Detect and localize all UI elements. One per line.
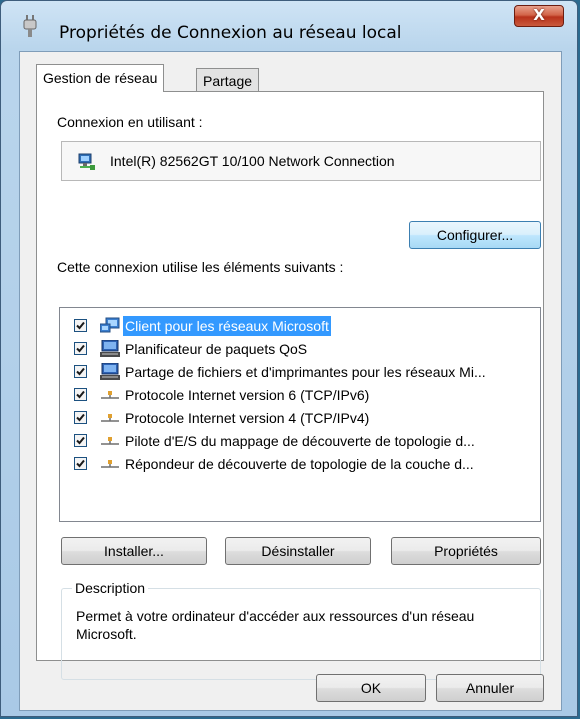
checkbox[interactable] bbox=[74, 457, 87, 470]
protocol-icon bbox=[101, 414, 119, 422]
list-item[interactable]: Répondeur de découverte de topologie de … bbox=[60, 453, 540, 476]
item-label: Partage de fichiers et d'imprimantes pou… bbox=[125, 364, 486, 380]
check-mark-icon bbox=[76, 321, 85, 330]
adapter-field: Intel(R) 82562GT 10/100 Network Connecti… bbox=[61, 141, 541, 181]
protocol-icon bbox=[101, 391, 119, 399]
item-label: Protocole Internet version 4 (TCP/IPv4) bbox=[125, 410, 370, 426]
checkbox[interactable] bbox=[74, 411, 87, 424]
cancel-button[interactable]: Annuler bbox=[436, 674, 544, 702]
properties-button[interactable]: Propriétés bbox=[391, 537, 541, 565]
check-mark-icon bbox=[76, 413, 85, 422]
connection-label: Connexion en utilisant : bbox=[57, 114, 203, 130]
check-mark-icon bbox=[76, 367, 85, 376]
list-item[interactable]: Protocole Internet version 4 (TCP/IPv4) bbox=[60, 407, 540, 430]
uninstall-button[interactable]: Désinstaller bbox=[225, 537, 371, 565]
network-service-icon bbox=[100, 340, 120, 357]
item-label: Protocole Internet version 6 (TCP/IPv6) bbox=[125, 387, 370, 403]
check-mark-icon bbox=[76, 436, 85, 445]
title-bar[interactable]: Propriétés de Connexion au réseau local … bbox=[1, 1, 577, 45]
check-mark-icon bbox=[76, 390, 85, 399]
properties-window: Propriétés de Connexion au réseau local … bbox=[0, 0, 578, 717]
tab-panel: Connexion en utilisant : Intel(R) 82562G… bbox=[36, 91, 544, 680]
ok-button[interactable]: OK bbox=[316, 674, 426, 702]
install-button[interactable]: Installer... bbox=[61, 537, 207, 565]
check-mark-icon bbox=[76, 344, 85, 353]
components-list[interactable]: Client pour les réseaux Microsoft Planif… bbox=[59, 307, 541, 522]
list-item[interactable]: Protocole Internet version 6 (TCP/IPv6) bbox=[60, 384, 540, 407]
checkbox[interactable] bbox=[74, 319, 87, 332]
close-button[interactable]: X bbox=[514, 5, 564, 27]
protocol-icon bbox=[101, 437, 119, 445]
protocol-icon bbox=[101, 460, 119, 468]
description-text: Permet à votre ordinateur d'accéder aux … bbox=[76, 608, 475, 642]
dialog-client-area: Gestion de réseau Partage Connexion en u… bbox=[19, 51, 562, 711]
checkbox[interactable] bbox=[74, 365, 87, 378]
description-group: Description Permet à votre ordinateur d'… bbox=[61, 580, 541, 680]
tab-gestion-de-reseau[interactable]: Gestion de réseau bbox=[36, 64, 165, 92]
window-title: Propriétés de Connexion au réseau local bbox=[59, 23, 402, 43]
list-item[interactable]: Planificateur de paquets QoS bbox=[60, 338, 540, 361]
checkbox[interactable] bbox=[74, 388, 87, 401]
network-adapter-icon bbox=[78, 153, 95, 170]
description-legend: Description bbox=[72, 580, 149, 596]
network-plug-icon bbox=[23, 15, 37, 37]
list-item[interactable]: Pilote d'E/S du mappage de découverte de… bbox=[60, 430, 540, 453]
configure-button[interactable]: Configurer... bbox=[409, 221, 541, 249]
checkbox[interactable] bbox=[74, 342, 87, 355]
item-label: Client pour les réseaux Microsoft bbox=[123, 316, 331, 336]
item-label: Répondeur de découverte de topologie de … bbox=[125, 456, 474, 472]
network-client-icon bbox=[100, 317, 120, 333]
list-item[interactable]: Client pour les réseaux Microsoft bbox=[60, 315, 540, 338]
list-item[interactable]: Partage de fichiers et d'imprimantes pou… bbox=[60, 361, 540, 384]
item-label: Pilote d'E/S du mappage de découverte de… bbox=[125, 433, 475, 449]
item-label: Planificateur de paquets QoS bbox=[125, 341, 308, 357]
components-label: Cette connexion utilise les éléments sui… bbox=[57, 259, 344, 275]
adapter-name: Intel(R) 82562GT 10/100 Network Connecti… bbox=[110, 153, 395, 169]
network-service-icon bbox=[100, 363, 120, 380]
checkbox[interactable] bbox=[74, 434, 87, 447]
check-mark-icon bbox=[76, 459, 85, 468]
